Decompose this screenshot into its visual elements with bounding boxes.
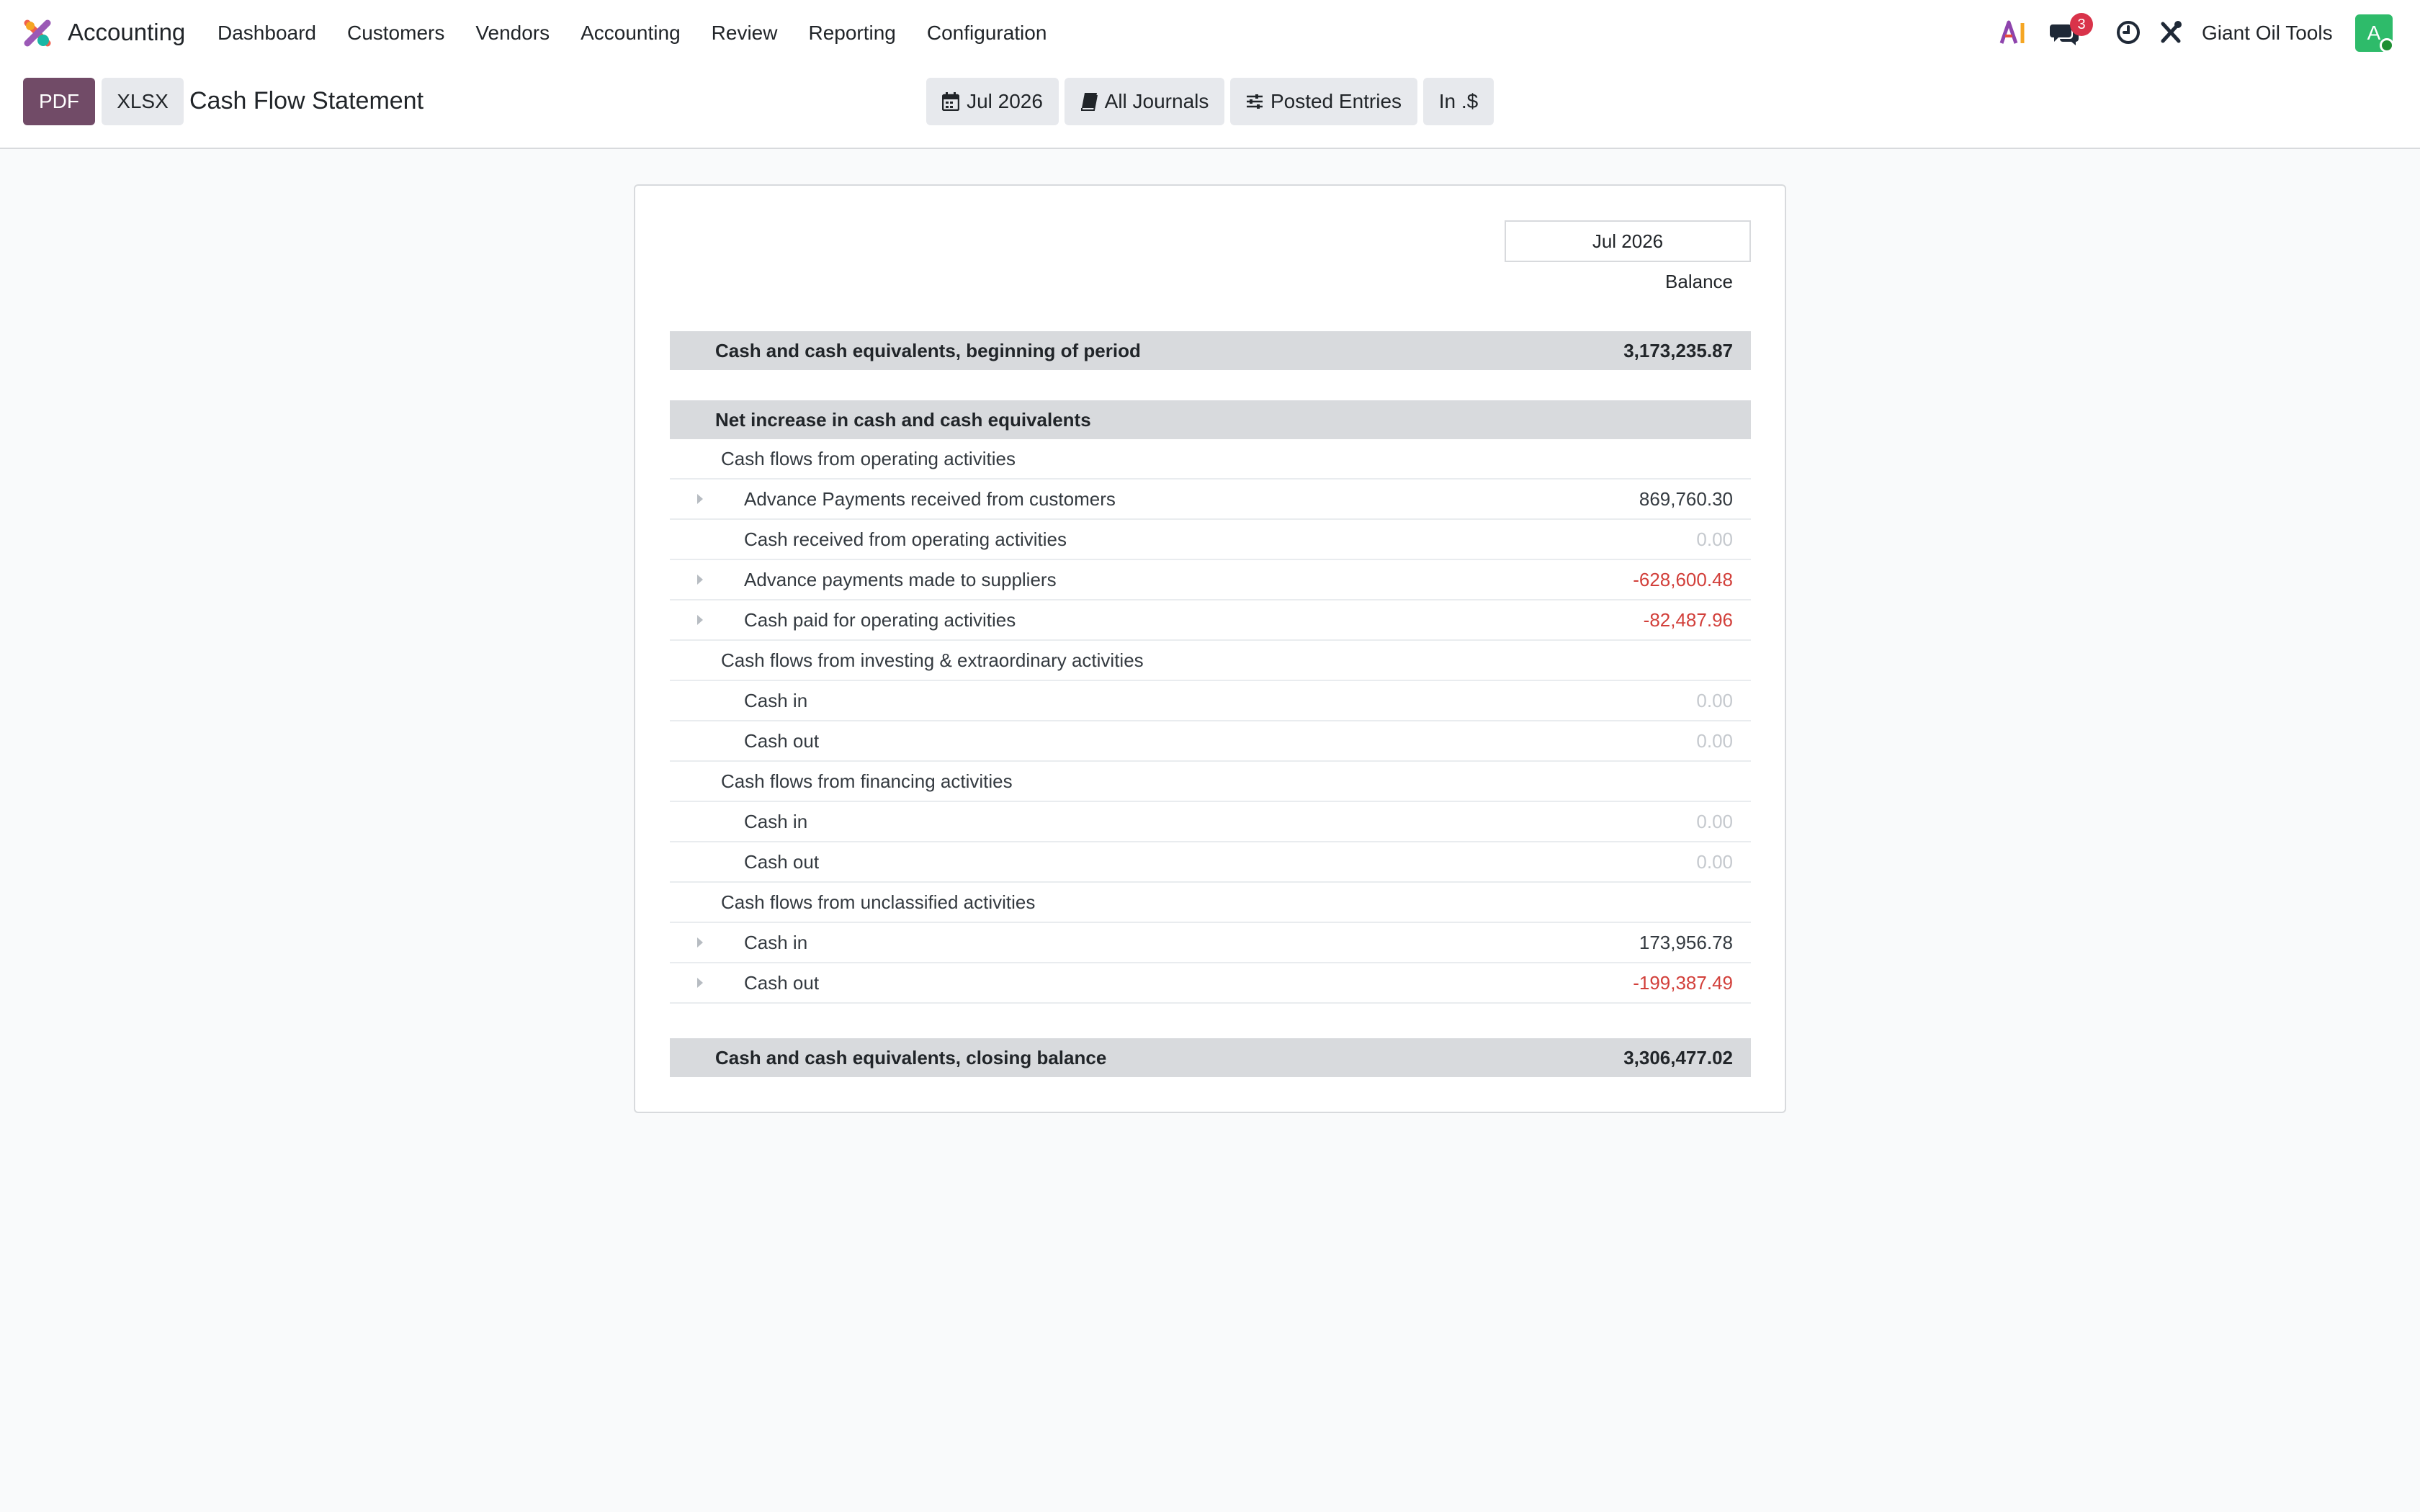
- caret-right-icon[interactable]: [697, 937, 703, 948]
- journals-filter-button[interactable]: All Journals: [1065, 78, 1224, 125]
- messages-count-badge: 3: [2070, 13, 2093, 36]
- table-row: Cash in 0.00: [670, 681, 1751, 721]
- operating-section-row: Cash flows from operating activities: [670, 439, 1751, 480]
- net-increase-row: Net increase in cash and cash equivalent…: [670, 400, 1751, 439]
- menu-vendors[interactable]: Vendors: [475, 22, 550, 45]
- row-value: 3,306,477.02: [1623, 1046, 1733, 1068]
- caret-right-icon[interactable]: [697, 978, 703, 988]
- table-row[interactable]: Advance payments made to suppliers -628,…: [670, 560, 1751, 600]
- caret-right-icon[interactable]: [697, 615, 703, 625]
- row-label: Advance payments made to suppliers: [744, 568, 1057, 590]
- row-label: Net increase in cash and cash equivalent…: [715, 408, 1091, 431]
- caret-right-icon[interactable]: [697, 494, 703, 504]
- row-label: Cash flows from unclassified activities: [721, 891, 1036, 913]
- menu-review[interactable]: Review: [712, 22, 778, 45]
- menu-dashboard[interactable]: Dashboard: [218, 22, 316, 45]
- row-label: Cash and cash equivalents, beginning of …: [715, 339, 1141, 361]
- ai-icon[interactable]: [1999, 20, 2028, 45]
- row-label: Cash in: [744, 689, 808, 711]
- menu-reporting[interactable]: Reporting: [808, 22, 895, 45]
- menu-customers[interactable]: Customers: [347, 22, 444, 45]
- top-navbar: Accounting Dashboard Customers Vendors A…: [0, 0, 2420, 66]
- beginning-balance-row: Cash and cash equivalents, beginning of …: [670, 331, 1751, 370]
- row-label: Cash flows from operating activities: [721, 447, 1016, 469]
- row-value[interactable]: 173,956.78: [1639, 932, 1733, 954]
- row-label: Cash out: [744, 850, 820, 873]
- xlsx-export-button[interactable]: XLSX: [102, 78, 184, 125]
- currency-filter-button[interactable]: In .$: [1423, 78, 1494, 125]
- table-row: Cash in 0.00: [670, 802, 1751, 842]
- date-filter-label: Jul 2026: [967, 90, 1043, 112]
- row-label: Cash in: [744, 810, 808, 832]
- financing-section-row: Cash flows from financing activities: [670, 762, 1751, 802]
- entries-filter-button[interactable]: Posted Entries: [1230, 78, 1417, 125]
- investing-section-row: Cash flows from investing & extraordinar…: [670, 641, 1751, 681]
- main-menu: Dashboard Customers Vendors Accounting R…: [218, 22, 1077, 45]
- row-value: 0.00: [1696, 850, 1733, 873]
- row-label: Cash in: [744, 931, 808, 953]
- row-label: Cash received from operating activities: [744, 528, 1067, 550]
- table-row[interactable]: Cash paid for operating activities -82,4…: [670, 600, 1751, 641]
- page-title: Cash Flow Statement: [189, 87, 424, 114]
- accounting-app-icon[interactable]: [22, 17, 53, 49]
- app-name[interactable]: Accounting: [68, 19, 185, 46]
- unclassified-section-row: Cash flows from unclassified activities: [670, 883, 1751, 923]
- clock-icon[interactable]: [2116, 20, 2141, 45]
- calendar-icon: [942, 92, 960, 111]
- online-status-dot: [2380, 38, 2394, 53]
- cash-flow-report: Jul 2026 Balance Cash and cash equivalen…: [634, 184, 1786, 1113]
- book-icon: [1080, 92, 1098, 111]
- control-panel: PDF XLSX Cash Flow Statement Jul 2026 Al…: [0, 66, 2420, 149]
- company-switcher[interactable]: Giant Oil Tools: [2202, 22, 2333, 45]
- row-value[interactable]: -82,487.96: [1644, 609, 1733, 631]
- row-value[interactable]: -628,600.48: [1633, 569, 1733, 591]
- tools-icon[interactable]: [2159, 20, 2182, 45]
- table-row: Cash out 0.00: [670, 842, 1751, 883]
- row-label: Cash flows from investing & extraordinar…: [721, 649, 1144, 671]
- row-value: 0.00: [1696, 729, 1733, 752]
- row-value: 3,173,235.87: [1623, 339, 1733, 361]
- row-label: Cash out: [744, 729, 820, 752]
- menu-configuration[interactable]: Configuration: [927, 22, 1047, 45]
- table-row[interactable]: Cash out -199,387.49: [670, 963, 1751, 1004]
- table-row[interactable]: Cash in 173,956.78: [670, 923, 1751, 963]
- row-value: 0.00: [1696, 528, 1733, 550]
- journals-filter-label: All Journals: [1104, 90, 1209, 112]
- table-row: Cash out 0.00: [670, 721, 1751, 762]
- sliders-icon: [1246, 93, 1263, 110]
- row-label: Cash out: [744, 971, 820, 994]
- period-column-header: Jul 2026: [1505, 220, 1751, 262]
- balance-column-header: Balance: [1665, 271, 1733, 292]
- date-filter-button[interactable]: Jul 2026: [926, 78, 1059, 125]
- row-label: Cash paid for operating activities: [744, 608, 1016, 631]
- menu-accounting[interactable]: Accounting: [581, 22, 681, 45]
- row-value: 0.00: [1696, 689, 1733, 711]
- row-label: Advance Payments received from customers: [744, 487, 1116, 510]
- entries-filter-label: Posted Entries: [1270, 90, 1402, 112]
- table-row[interactable]: Advance Payments received from customers…: [670, 480, 1751, 520]
- pdf-export-button[interactable]: PDF: [23, 78, 95, 125]
- row-value[interactable]: -199,387.49: [1633, 972, 1733, 994]
- closing-balance-row: Cash and cash equivalents, closing balan…: [670, 1038, 1751, 1077]
- table-row: Cash received from operating activities …: [670, 520, 1751, 560]
- row-value: 0.00: [1696, 810, 1733, 832]
- row-value[interactable]: 869,760.30: [1639, 488, 1733, 510]
- row-label: Cash flows from financing activities: [721, 770, 1013, 792]
- row-label: Cash and cash equivalents, closing balan…: [715, 1046, 1107, 1068]
- caret-right-icon[interactable]: [697, 575, 703, 585]
